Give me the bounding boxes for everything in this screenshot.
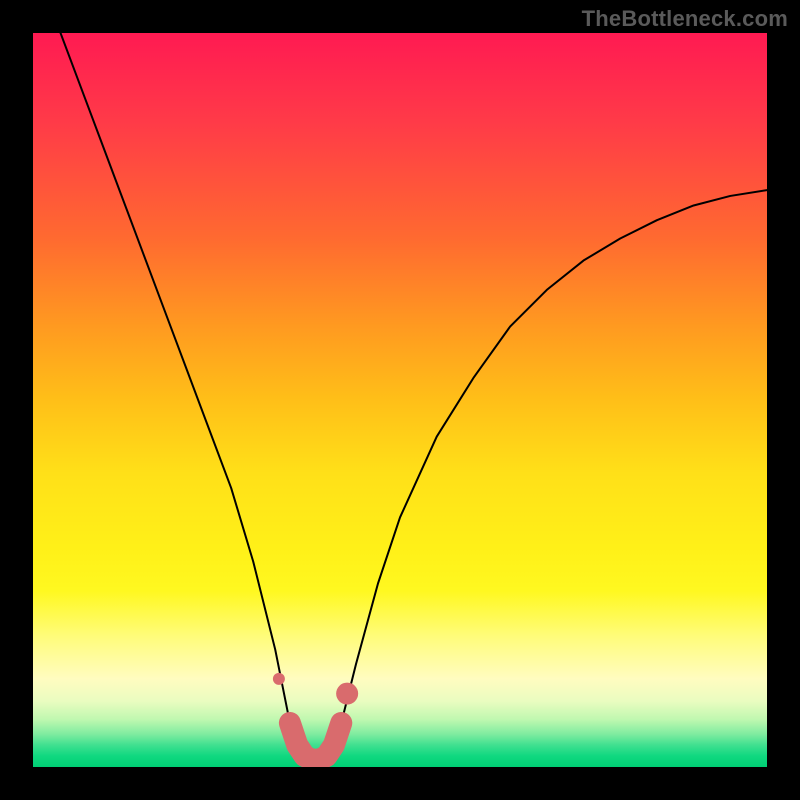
highlight-dot-left (273, 673, 285, 685)
highlight-dot-right (336, 683, 358, 705)
watermark-text: TheBottleneck.com (582, 6, 788, 32)
curve-layer (33, 33, 767, 767)
bottleneck-curve (33, 33, 767, 760)
chart-frame: TheBottleneck.com (0, 0, 800, 800)
plot-area (33, 33, 767, 767)
highlight-curve (290, 723, 341, 760)
